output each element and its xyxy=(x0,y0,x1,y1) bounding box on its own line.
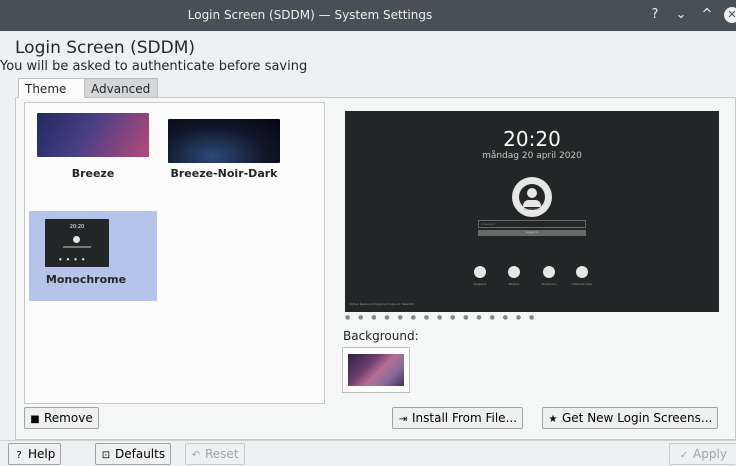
help-button[interactable]: ? Help xyxy=(8,443,62,465)
restart-icon xyxy=(508,266,520,278)
star-icon: ★ xyxy=(548,414,558,425)
shutdown-icon xyxy=(543,266,555,278)
theme-label: Breeze-Noir-Dark xyxy=(170,167,278,180)
theme-item-breeze-noir-dark[interactable]: Breeze-Noir-Dark xyxy=(160,111,288,201)
question-icon: ? xyxy=(16,450,22,461)
avatar-body xyxy=(523,200,541,207)
theme-item-monochrome[interactable]: 20:20 ●●●● Monochrome xyxy=(29,211,157,301)
divider xyxy=(0,440,736,441)
theme-list: Breeze Breeze-Noir-Dark 20:20 ●●●● Monoc… xyxy=(24,102,325,404)
minimize-button[interactable]: ⌄ xyxy=(672,6,690,24)
defaults-button[interactable]: ⊡ Defaults xyxy=(95,443,172,465)
theme-thumbnail-breeze-noir-dark xyxy=(168,119,280,163)
context-help-button[interactable]: ? xyxy=(646,6,664,24)
preview-login-button: Logga in xyxy=(478,230,586,236)
apply-label: Apply xyxy=(693,447,727,461)
maximize-button[interactable]: ^ xyxy=(698,6,716,24)
preview-footer: Virtual Keyboard Keyboard Layout: Swedis… xyxy=(349,302,415,306)
preview-login-label: Logga in xyxy=(525,230,539,234)
background-image xyxy=(348,354,404,386)
preview-clock: 20:20 xyxy=(503,127,561,151)
background-label: Background: xyxy=(343,329,419,343)
preview-username: Användare xyxy=(523,207,541,211)
install-from-file-button[interactable]: ⇥ Install From File... xyxy=(392,407,524,429)
close-button[interactable]: ✕ xyxy=(724,7,736,23)
preview-action-label: Different User xyxy=(571,282,593,286)
preview-date: måndag 20 april 2020 xyxy=(482,151,582,161)
background-picker-button[interactable] xyxy=(342,347,410,393)
preview-action-label: Shutdown xyxy=(541,282,557,286)
preview-password-placeholder: Lösenord xyxy=(481,222,495,226)
preview-dots: ● ● ● ● ● ● ● ● ● ● ● ● ● ● ● xyxy=(345,314,538,321)
remove-label: Remove xyxy=(44,411,93,425)
theme-label: Breeze xyxy=(71,167,115,180)
tab-advanced[interactable]: Advanced xyxy=(84,78,158,98)
preview-action-label: Restart xyxy=(508,282,520,286)
get-new-label: Get New Login Screens... xyxy=(562,411,713,425)
title-bar: Login Screen (SDDM) — System Settings ? … xyxy=(0,0,736,31)
page-title: Login Screen (SDDM) xyxy=(15,38,196,58)
help-label: Help xyxy=(28,447,56,461)
avatar-head xyxy=(527,188,537,198)
theme-thumbnail-monochrome: 20:20 ●●●● xyxy=(45,219,109,267)
preview-password-field: Lösenord xyxy=(478,220,586,228)
theme-preview: 20:20 måndag 20 april 2020 Användare Lös… xyxy=(345,111,719,312)
defaults-label: Defaults xyxy=(115,447,166,461)
defaults-icon: ⊡ xyxy=(101,450,111,461)
theme-item-breeze[interactable]: Breeze xyxy=(29,105,157,195)
preview-action-label: Suspend xyxy=(473,282,487,286)
undo-icon: ↶ xyxy=(191,450,201,461)
apply-button[interactable]: ✓ Apply xyxy=(669,443,736,465)
get-new-login-screens-button[interactable]: ★ Get New Login Screens... xyxy=(542,407,719,429)
theme-label: Monochrome xyxy=(45,273,127,286)
remove-button[interactable]: ■ Remove xyxy=(24,407,99,429)
page-subtitle: You will be asked to authenticate before… xyxy=(0,59,308,74)
reset-label: Reset xyxy=(205,447,239,461)
import-icon: ⇥ xyxy=(398,414,408,425)
tab-theme[interactable]: Theme xyxy=(18,78,85,98)
trash-icon: ■ xyxy=(30,414,40,425)
check-icon: ✓ xyxy=(679,450,689,461)
install-label: Install From File... xyxy=(412,411,518,425)
different-user-icon xyxy=(576,266,588,278)
suspend-icon xyxy=(474,266,486,278)
reset-button[interactable]: ↶ Reset xyxy=(185,443,245,465)
window-title: Login Screen (SDDM) — System Settings xyxy=(187,8,433,22)
theme-thumbnail-breeze xyxy=(37,113,149,157)
